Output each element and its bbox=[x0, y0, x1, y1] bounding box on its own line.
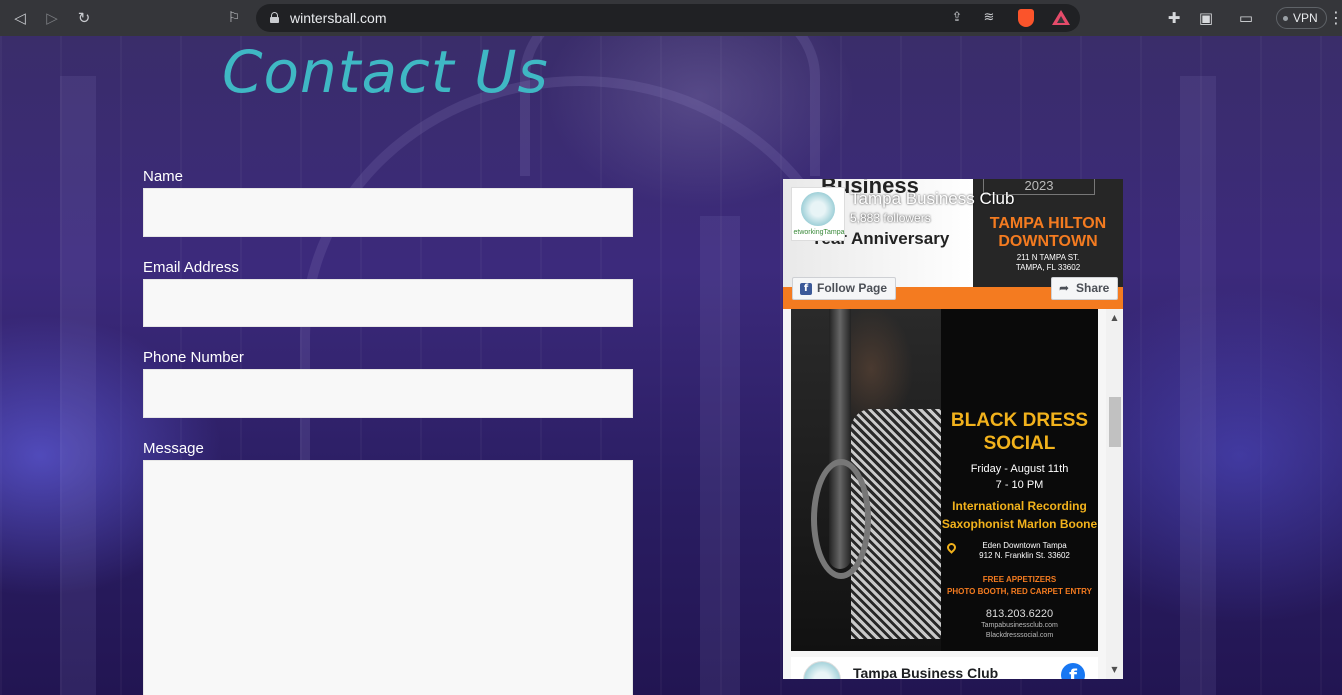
brave-rewards-icon[interactable] bbox=[1052, 10, 1070, 25]
lock-icon bbox=[270, 12, 279, 23]
back-arrow-icon[interactable]: ◁ bbox=[10, 8, 30, 28]
brave-shields-icon[interactable] bbox=[1018, 9, 1034, 27]
followers-count: 5,883 followers bbox=[850, 211, 931, 225]
follow-page-button[interactable]: f Follow Page bbox=[792, 277, 897, 300]
cover-address-line: 211 N TAMPA ST. bbox=[1016, 253, 1080, 262]
flyer-artist-line: International Recording bbox=[952, 499, 1087, 513]
cover-address-line: TAMPA, FL 33602 bbox=[1015, 263, 1081, 272]
flyer-site: Blackdresssocial.com bbox=[985, 632, 1054, 639]
flyer-time-line: 7 - 10 PM bbox=[995, 479, 1044, 491]
facebook-feed[interactable]: BLACK DRESS SOCIAL Friday - August 11th … bbox=[783, 309, 1123, 679]
menu-icon[interactable]: ⋮ bbox=[1328, 8, 1342, 28]
feed-scrollbar[interactable]: ▲ ▼ bbox=[1106, 309, 1123, 679]
url-text[interactable]: wintersball.com bbox=[290, 10, 386, 26]
page-title: Contact Us bbox=[222, 38, 549, 106]
address-bar[interactable]: wintersball.com ⇪ ≋ bbox=[256, 4, 1080, 32]
reload-icon[interactable]: ↻ bbox=[74, 8, 94, 28]
message-label: Message bbox=[143, 440, 204, 457]
cover-venue-line: DOWNTOWN bbox=[998, 233, 1098, 250]
cover-address: 211 N TAMPA ST. TAMPA, FL 33602 bbox=[973, 253, 1123, 273]
sidebar-icon[interactable]: ▣ bbox=[1196, 8, 1216, 28]
email-label: Email Address bbox=[143, 259, 239, 276]
name-input[interactable] bbox=[143, 188, 633, 237]
cover-venue: TAMPA HILTON DOWNTOWN bbox=[973, 215, 1123, 251]
post-avatar[interactable] bbox=[803, 661, 841, 679]
cover-venue-line: TAMPA HILTON bbox=[989, 215, 1107, 232]
flyer-venue-line: 912 N. Franklin St. 33602 bbox=[979, 551, 1070, 560]
flyer-venue-line: Eden Downtown Tampa bbox=[982, 541, 1067, 550]
name-label: Name bbox=[143, 168, 184, 185]
facebook-page-name[interactable]: Tampa Business Club bbox=[850, 189, 1014, 209]
flyer-perks: FREE APPETIZERS PHOTO BOOTH, RED CARPET … bbox=[941, 574, 1098, 598]
flyer-phone: 813.203.6220 bbox=[985, 608, 1054, 620]
page-avatar[interactable]: etworkingTampa bbox=[791, 187, 845, 241]
facebook-logo-icon[interactable]: f bbox=[1061, 663, 1085, 679]
message-textarea[interactable] bbox=[143, 460, 633, 695]
pillar-decoration bbox=[60, 76, 96, 695]
phone-label: Phone Number bbox=[143, 349, 244, 366]
logo-disc bbox=[801, 192, 835, 226]
facebook-f-icon: f bbox=[800, 283, 812, 295]
flyer-artist-line: Saxophonist Marlon Boone bbox=[941, 517, 1098, 531]
post-header: Tampa Business Club f bbox=[791, 657, 1098, 679]
scroll-down-arrow-icon[interactable]: ▼ bbox=[1106, 663, 1123, 677]
forward-arrow-icon[interactable]: ▷ bbox=[42, 8, 62, 28]
flyer-heading-line: BLACK DRESS bbox=[950, 410, 1089, 431]
flyer-site: Tampabusinessclub.com bbox=[981, 622, 1058, 629]
page-background: Contact Us Name Email Address Phone Numb… bbox=[0, 36, 1342, 695]
share-arrow-icon: ➦ bbox=[1059, 281, 1070, 295]
wallet-icon[interactable]: ▭ bbox=[1236, 8, 1256, 28]
facebook-page-widget: Business Year Anniversary 2023 TAMPA HIL… bbox=[783, 179, 1123, 679]
phone-input[interactable] bbox=[143, 369, 633, 418]
bookmark-icon[interactable]: ⚐ bbox=[226, 8, 242, 28]
flyer-venue: Eden Downtown Tampa 912 N. Franklin St. … bbox=[951, 541, 1098, 561]
share-page-icon[interactable]: ⇪ bbox=[948, 9, 966, 27]
follow-page-label: Follow Page bbox=[817, 281, 888, 295]
saxophone-bell bbox=[811, 459, 871, 579]
scrollbar-thumb[interactable] bbox=[1109, 397, 1121, 447]
avatar-brand-text: etworkingTampa bbox=[793, 229, 845, 236]
email-input[interactable] bbox=[143, 279, 633, 327]
share-label: Share bbox=[1076, 281, 1110, 295]
rss-icon[interactable]: ≋ bbox=[980, 9, 998, 27]
flyer-perks-line: FREE APPETIZERS bbox=[982, 575, 1057, 584]
arch-decoration bbox=[520, 36, 820, 176]
flyer-artist: International Recording Saxophonist Marl… bbox=[941, 497, 1098, 533]
facebook-cover[interactable]: Business Year Anniversary 2023 TAMPA HIL… bbox=[783, 179, 1123, 309]
flyer-date-line: Friday - August 11th bbox=[970, 463, 1069, 475]
post-author-name[interactable]: Tampa Business Club bbox=[853, 665, 998, 679]
extensions-icon[interactable]: ✚ bbox=[1164, 8, 1184, 28]
scroll-up-arrow-icon[interactable]: ▲ bbox=[1106, 311, 1123, 325]
pillar-decoration bbox=[1180, 76, 1216, 695]
event-flyer-image[interactable]: BLACK DRESS SOCIAL Friday - August 11th … bbox=[791, 309, 1098, 651]
browser-toolbar: ◁ ▷ ↻ ⚐ wintersball.com ⇪ ≋ ✚ ▣ ▭ VPN ⋮ bbox=[0, 0, 1342, 36]
share-button[interactable]: ➦ Share bbox=[1051, 277, 1119, 300]
flyer-heading: BLACK DRESS SOCIAL bbox=[941, 409, 1098, 455]
pillar-decoration bbox=[700, 216, 740, 695]
flyer-sites: Tampabusinessclub.com Blackdresssocial.c… bbox=[941, 621, 1098, 641]
flyer-heading-line: SOCIAL bbox=[983, 433, 1056, 454]
vpn-button[interactable]: VPN bbox=[1276, 7, 1327, 29]
flyer-perks-line: PHOTO BOOTH, RED CARPET ENTRY bbox=[947, 587, 1092, 596]
flyer-date: Friday - August 11th 7 - 10 PM bbox=[941, 461, 1098, 493]
